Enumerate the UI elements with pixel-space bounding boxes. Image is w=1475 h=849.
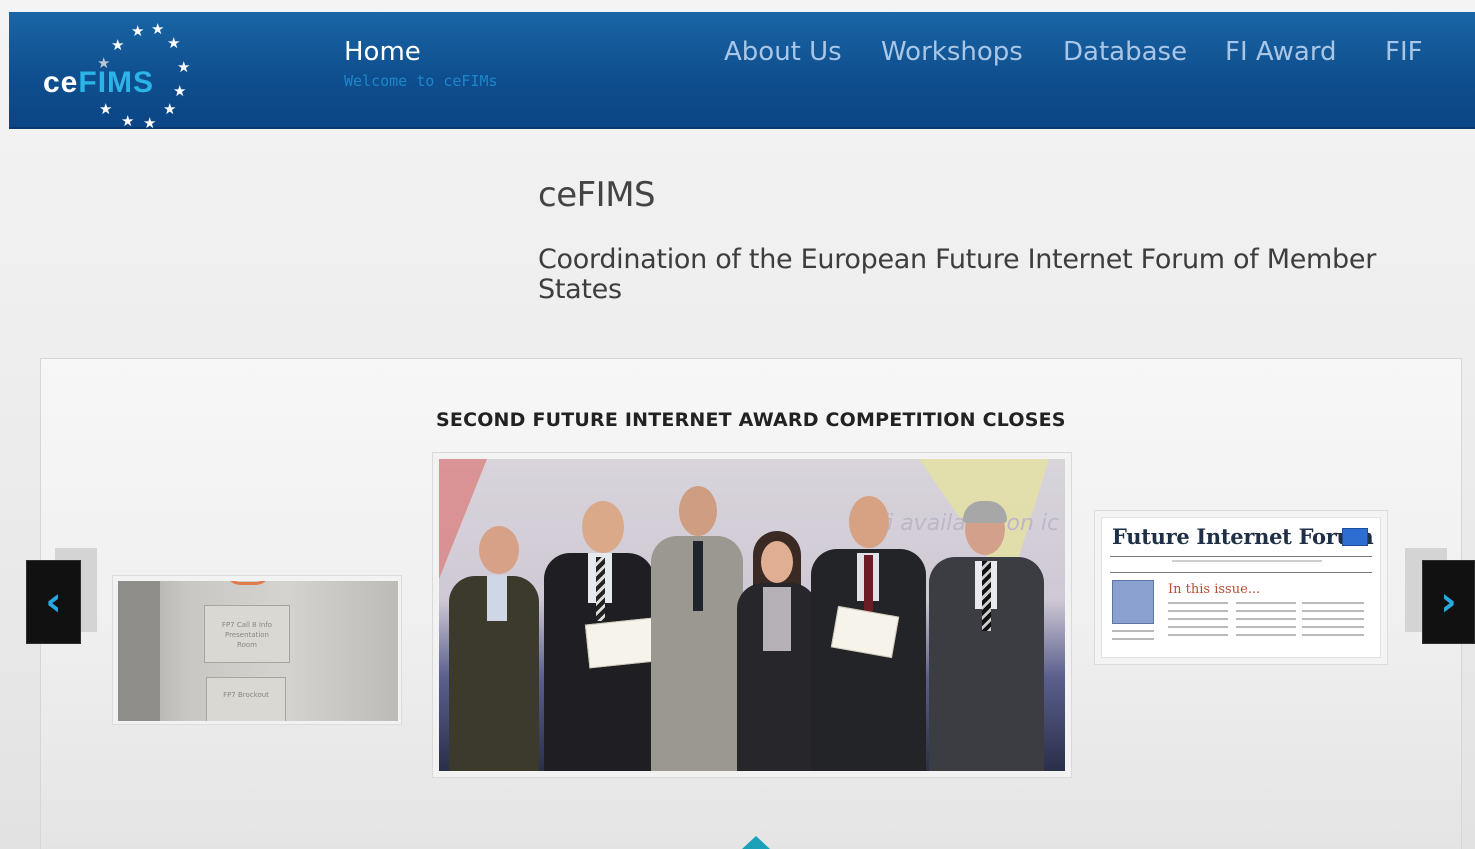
person — [737, 531, 817, 771]
logo-wordmark: ceFIMS — [43, 66, 154, 100]
slider-next-button[interactable]: › — [1422, 560, 1475, 644]
text-line — [1168, 610, 1228, 612]
person — [651, 486, 743, 771]
slide-title[interactable]: SECOND FUTURE INTERNET AWARD COMPETITION… — [436, 409, 1066, 431]
chevron-left-icon: ‹ — [45, 579, 62, 625]
head — [849, 496, 889, 548]
nav-item-about-us[interactable]: About Us — [724, 36, 842, 68]
eu-flag-icon — [1342, 528, 1368, 546]
text-line — [1302, 626, 1364, 628]
logo-fragment — [226, 581, 270, 585]
divider — [1110, 556, 1372, 557]
text-line — [1236, 626, 1296, 628]
award-winners-photo: fi available on ic — [439, 459, 1065, 771]
tie — [982, 561, 991, 631]
breakout-sign: FP7 Brockout — [206, 677, 286, 721]
text-line — [1302, 618, 1364, 620]
face — [761, 541, 793, 583]
star-icon: ★ — [173, 82, 187, 100]
tie — [693, 541, 703, 611]
text-line — [1236, 618, 1296, 620]
hair — [963, 501, 1007, 523]
tie — [596, 557, 605, 621]
logo-prefix: ce — [43, 66, 79, 99]
text-line — [1302, 634, 1364, 636]
text-line — [1168, 602, 1228, 604]
thumbnail-photo-signs: FP7 Call 8 Info Presentation Room FP7 Br… — [118, 581, 398, 721]
page-subtitle: Coordination of the European Future Inte… — [538, 244, 1377, 305]
nav-item-fi-award[interactable]: FI Award — [1225, 36, 1337, 68]
text-line — [1236, 634, 1296, 636]
slider-pager-indicator[interactable] — [742, 836, 770, 849]
star-icon: ★ — [151, 20, 165, 38]
star-icon: ★ — [121, 112, 135, 130]
nav-item-database[interactable]: Database — [1063, 36, 1187, 68]
star-icon: ★ — [143, 114, 157, 132]
cefims-logo[interactable]: ★ ★ ★ ★ ★ ★ ★ ★ ★ ★ ★ ceFIMS — [39, 18, 209, 131]
chevron-right-icon: › — [1440, 579, 1457, 625]
slide-thumbnail-right[interactable]: Future Internet Forum In this issue... — [1094, 510, 1388, 665]
newsletter-section: In this issue... — [1168, 582, 1261, 597]
slide-thumbnail-left[interactable]: FP7 Call 8 Info Presentation Room FP7 Br… — [112, 575, 402, 725]
main-slide[interactable]: fi available on ic — [432, 452, 1072, 778]
person — [929, 501, 1044, 771]
newsletter-preview: Future Internet Forum In this issue... — [1101, 517, 1381, 658]
page-title: ceFIMS — [538, 175, 656, 215]
head — [479, 526, 519, 574]
text-line — [1168, 626, 1228, 628]
page: ★ ★ ★ ★ ★ ★ ★ ★ ★ ★ ★ ceFIMS Home Welcom… — [0, 0, 1475, 849]
nav-home-subtitle: Welcome to ceFIMs — [344, 72, 498, 90]
star-icon: ★ — [99, 100, 113, 118]
star-icon: ★ — [177, 58, 191, 76]
newsletter-title: Future Internet Forum — [1112, 524, 1374, 549]
wall-edge — [118, 581, 160, 721]
blouse — [763, 587, 791, 651]
text-line — [1168, 618, 1228, 620]
text-line — [1168, 634, 1228, 636]
text-line — [1302, 610, 1364, 612]
slider-prev-button[interactable]: ‹ — [26, 560, 81, 644]
nav-item-workshops[interactable]: Workshops — [881, 36, 1023, 68]
text-line — [1172, 560, 1322, 562]
nav-home-label: Home — [344, 37, 421, 67]
certificate — [584, 617, 658, 669]
head — [582, 501, 624, 553]
cover-thumbnail — [1112, 580, 1154, 624]
text-line — [1112, 638, 1154, 640]
text-line — [1112, 630, 1154, 632]
room-sign: FP7 Call 8 Info Presentation Room — [204, 605, 290, 663]
nav-item-home[interactable]: Home Welcome to ceFIMs — [344, 36, 498, 92]
nav-item-fif[interactable]: FIF — [1385, 36, 1423, 68]
divider — [1110, 572, 1372, 573]
logo-suffix: FIMS — [78, 66, 155, 99]
star-icon: ★ — [163, 100, 177, 118]
text-line — [1302, 602, 1364, 604]
shirt — [487, 575, 507, 621]
star-icon: ★ — [131, 22, 145, 40]
star-icon: ★ — [167, 34, 181, 52]
text-line — [1236, 610, 1296, 612]
text-line — [1236, 602, 1296, 604]
star-icon: ★ — [111, 36, 125, 54]
site-header: ★ ★ ★ ★ ★ ★ ★ ★ ★ ★ ★ ceFIMS Home Welcom… — [9, 12, 1475, 131]
head — [679, 486, 717, 536]
person — [449, 526, 539, 771]
